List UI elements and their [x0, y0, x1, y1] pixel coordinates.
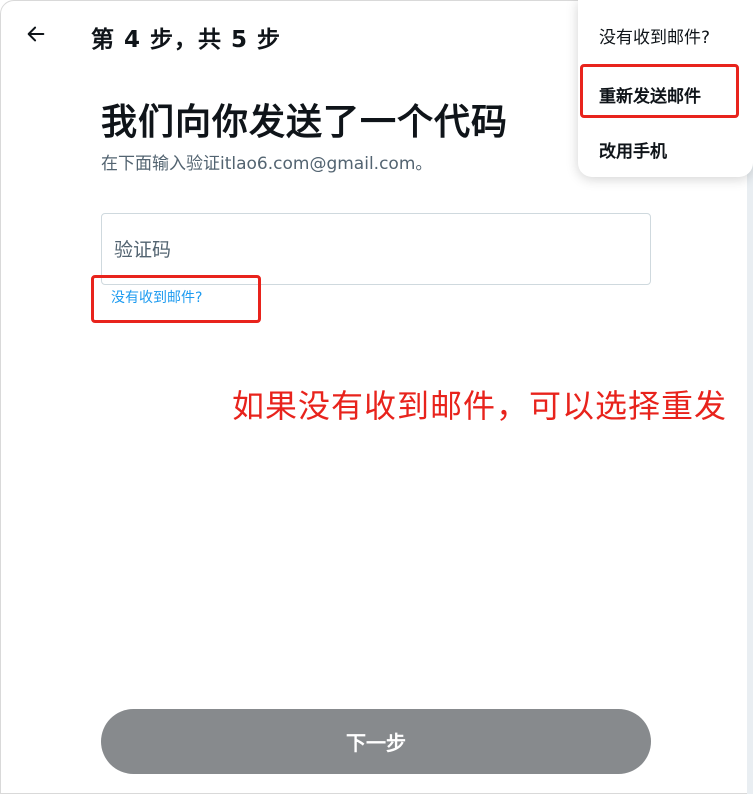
dropdown-header[interactable]: 没有收到邮件?	[599, 23, 710, 48]
annotation-text: 如果没有收到邮件，可以选择重发	[232, 387, 728, 425]
back-button[interactable]	[21, 19, 51, 49]
highlight-box-link	[91, 275, 261, 323]
highlight-box-resend	[580, 64, 739, 118]
page-title: 我们向你发送了一个代码	[101, 102, 509, 143]
step-title: 第 4 步，共 5 步	[91, 27, 282, 53]
instruction-text: 在下面输入验证itlao6.com@gmail.com。	[101, 154, 433, 174]
use-phone-option[interactable]: 改用手机	[599, 137, 667, 162]
verification-code-input[interactable]	[112, 232, 636, 268]
next-button[interactable]: 下一步	[101, 709, 651, 774]
arrow-left-icon	[27, 26, 45, 42]
